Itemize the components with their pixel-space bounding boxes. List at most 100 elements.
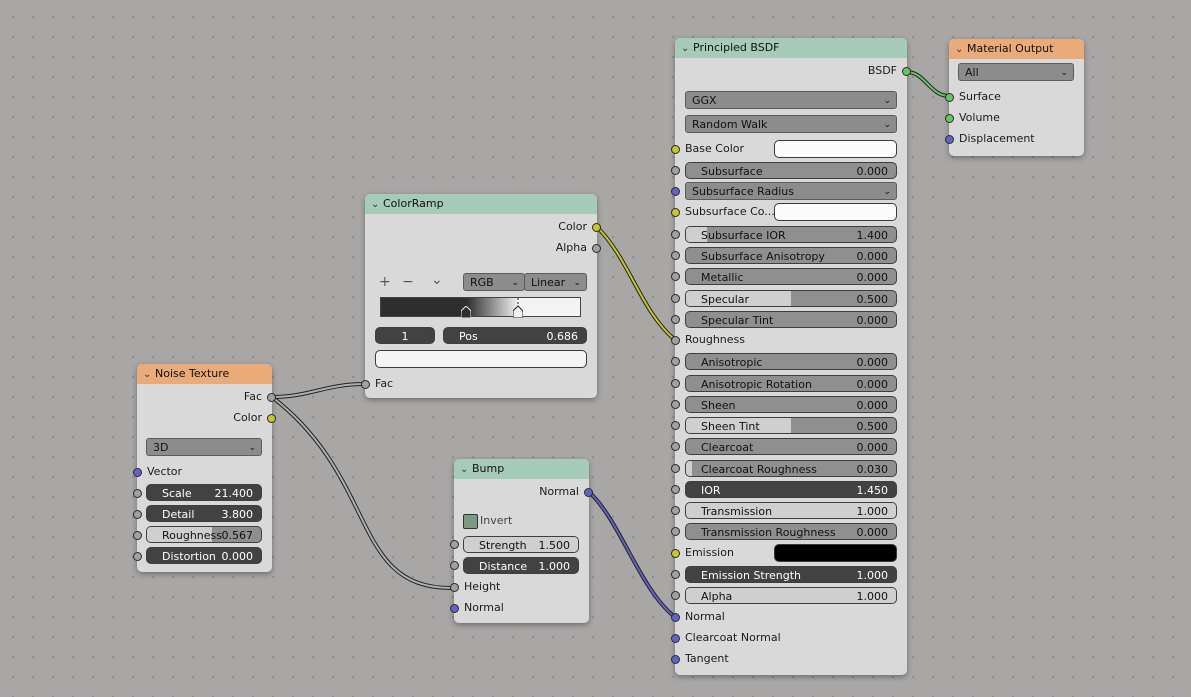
input-vector-socket[interactable] bbox=[133, 468, 142, 477]
render-target-select[interactable]: All ⌄ bbox=[958, 63, 1074, 81]
input-ior-socket[interactable] bbox=[671, 485, 680, 494]
anisotropic-rotation-field[interactable]: Anisotropic Rotation 0.000 bbox=[685, 375, 897, 392]
input-subsurface-color-socket[interactable] bbox=[671, 208, 680, 217]
add-stop-icon[interactable]: + bbox=[379, 275, 391, 289]
output-normal-socket[interactable] bbox=[584, 488, 593, 497]
input-subsurface-ior-socket[interactable] bbox=[671, 230, 680, 239]
input-clearcoat-socket[interactable] bbox=[671, 442, 680, 451]
material-output-header[interactable]: ⌄ Material Output bbox=[949, 39, 1084, 59]
emission-color-swatch[interactable] bbox=[774, 544, 897, 562]
input-transmission-roughness-socket[interactable] bbox=[671, 527, 680, 536]
specular-field[interactable]: Specular 0.500 bbox=[685, 290, 897, 307]
ramp-stop-1-active-icon[interactable] bbox=[512, 298, 524, 319]
emission-strength-field[interactable]: Emission Strength 1.000 bbox=[685, 566, 897, 583]
input-normal-socket[interactable] bbox=[671, 613, 680, 622]
input-metallic-socket[interactable] bbox=[671, 272, 680, 281]
input-anisotropic-socket[interactable] bbox=[671, 357, 680, 366]
input-strength-socket[interactable] bbox=[450, 540, 459, 549]
input-roughness-socket[interactable] bbox=[671, 336, 680, 345]
specular-tint-field[interactable]: Specular Tint 0.000 bbox=[685, 311, 897, 328]
output-color-socket[interactable] bbox=[592, 223, 601, 232]
input-height-socket[interactable] bbox=[450, 583, 459, 592]
invert-checkbox[interactable] bbox=[463, 514, 478, 529]
input-alpha-socket[interactable] bbox=[671, 591, 680, 600]
input-emission-socket[interactable] bbox=[671, 549, 680, 558]
input-detail-socket[interactable] bbox=[133, 510, 142, 519]
input-volume-socket[interactable] bbox=[945, 114, 954, 123]
metallic-field[interactable]: Metallic 0.000 bbox=[685, 268, 897, 285]
input-sheen-socket[interactable] bbox=[671, 400, 680, 409]
subsurface-radius-select[interactable]: Subsurface Radius ⌄ bbox=[685, 182, 897, 200]
bump-header[interactable]: ⌄ Bump bbox=[454, 459, 589, 479]
collapse-chevron-icon[interactable]: ⌄ bbox=[143, 365, 155, 385]
ramp-menu-icon[interactable]: ⌄ bbox=[431, 273, 443, 287]
input-anisotropic-rotation-socket[interactable] bbox=[671, 379, 680, 388]
noise-texture-node[interactable]: ⌄ Noise Texture Fac Color 3D ⌄ Vector Scal… bbox=[133, 364, 276, 572]
noise-texture-header[interactable]: ⌄ Noise Texture bbox=[137, 364, 272, 384]
collapse-chevron-icon[interactable]: ⌄ bbox=[681, 39, 693, 59]
remove-stop-icon[interactable]: − bbox=[402, 275, 414, 289]
input-emission-strength-socket[interactable] bbox=[671, 570, 680, 579]
ramp-stop-0-icon[interactable] bbox=[460, 305, 472, 319]
input-subsurface-socket[interactable] bbox=[671, 166, 680, 175]
clearcoat-field[interactable]: Clearcoat 0.000 bbox=[685, 438, 897, 455]
clearcoat-roughness-field[interactable]: Clearcoat Roughness 0.030 bbox=[685, 460, 897, 477]
color-ramp-gradient[interactable] bbox=[380, 297, 581, 317]
detail-field[interactable]: Detail 3.800 bbox=[146, 505, 262, 522]
material-output-node[interactable]: ⌄ Material Output All ⌄ Surface Volume Dis… bbox=[945, 39, 1084, 156]
input-subsurface-radius-socket[interactable] bbox=[671, 187, 680, 196]
transmission-roughness-field[interactable]: Transmission Roughness 0.000 bbox=[685, 523, 897, 540]
distance-field[interactable]: Distance 1.000 bbox=[463, 557, 579, 574]
input-roughness-socket[interactable] bbox=[133, 531, 142, 540]
output-alpha-socket[interactable] bbox=[592, 244, 601, 253]
input-transmission-socket[interactable] bbox=[671, 506, 680, 515]
input-specular-socket[interactable] bbox=[671, 294, 680, 303]
input-displacement-socket[interactable] bbox=[945, 135, 954, 144]
input-clearcoat-roughness-socket[interactable] bbox=[671, 464, 680, 473]
distortion-field[interactable]: Distortion 0.000 bbox=[146, 547, 262, 564]
color-mode-select[interactable]: RGB ⌄ bbox=[463, 273, 525, 291]
stop-color-swatch[interactable] bbox=[375, 350, 587, 368]
subsurface-anisotropy-field[interactable]: Subsurface Anisotropy 0.000 bbox=[685, 247, 897, 264]
input-distortion-socket[interactable] bbox=[133, 552, 142, 561]
strength-field[interactable]: Strength 1.500 bbox=[463, 536, 579, 553]
input-specular-tint-socket[interactable] bbox=[671, 315, 680, 324]
color-ramp-node[interactable]: ⌄ ColorRamp Color Alpha + − ⌄ RGB ⌄ Linear… bbox=[361, 194, 601, 398]
ior-field[interactable]: IOR 1.450 bbox=[685, 481, 897, 498]
distribution-select[interactable]: GGX ⌄ bbox=[685, 91, 897, 109]
subsurface-field[interactable]: Subsurface 0.000 bbox=[685, 162, 897, 179]
alpha-field[interactable]: Alpha 1.000 bbox=[685, 587, 897, 604]
subsurface-ior-field[interactable]: Subsurface IOR 1.400 bbox=[685, 226, 897, 243]
output-bsdf-socket[interactable] bbox=[902, 67, 911, 76]
output-fac-socket[interactable] bbox=[267, 393, 276, 402]
color-ramp-header[interactable]: ⌄ ColorRamp bbox=[365, 194, 597, 214]
transmission-field[interactable]: Transmission 1.000 bbox=[685, 502, 897, 519]
stop-position-field[interactable]: Pos 0.686 bbox=[443, 327, 587, 344]
anisotropic-field[interactable]: Anisotropic 0.000 bbox=[685, 353, 897, 370]
scale-field[interactable]: Scale 21.400 bbox=[146, 484, 262, 501]
input-distance-socket[interactable] bbox=[450, 561, 459, 570]
input-sheen-tint-socket[interactable] bbox=[671, 421, 680, 430]
output-color-socket[interactable] bbox=[267, 414, 276, 423]
input-tangent-socket[interactable] bbox=[671, 655, 680, 664]
base-color-swatch[interactable] bbox=[774, 140, 897, 158]
input-clearcoat-normal-socket[interactable] bbox=[671, 634, 680, 643]
principled-bsdf-header[interactable]: ⌄ Principled BSDF bbox=[675, 38, 907, 58]
collapse-chevron-icon[interactable]: ⌄ bbox=[460, 460, 472, 480]
subsurface-color-swatch[interactable] bbox=[774, 203, 897, 221]
input-subsurface-anisotropy-socket[interactable] bbox=[671, 251, 680, 260]
roughness-field[interactable]: Roughness 0.567 bbox=[146, 526, 262, 543]
input-base-color-socket[interactable] bbox=[671, 145, 680, 154]
collapse-chevron-icon[interactable]: ⌄ bbox=[955, 40, 967, 60]
dimension-select[interactable]: 3D ⌄ bbox=[146, 438, 262, 456]
bump-node[interactable]: ⌄ Bump Normal Invert Strength 1.500 Distan… bbox=[450, 459, 593, 623]
input-normal-socket[interactable] bbox=[450, 604, 459, 613]
collapse-chevron-icon[interactable]: ⌄ bbox=[371, 195, 383, 215]
active-stop-index-field[interactable]: 1 bbox=[375, 327, 435, 344]
input-scale-socket[interactable] bbox=[133, 489, 142, 498]
input-surface-socket[interactable] bbox=[945, 93, 954, 102]
interpolation-select[interactable]: Linear ⌄ bbox=[524, 273, 587, 291]
sheen-field[interactable]: Sheen 0.000 bbox=[685, 396, 897, 413]
sheen-tint-field[interactable]: Sheen Tint 0.500 bbox=[685, 417, 897, 434]
subsurface-method-select[interactable]: Random Walk ⌄ bbox=[685, 115, 897, 133]
